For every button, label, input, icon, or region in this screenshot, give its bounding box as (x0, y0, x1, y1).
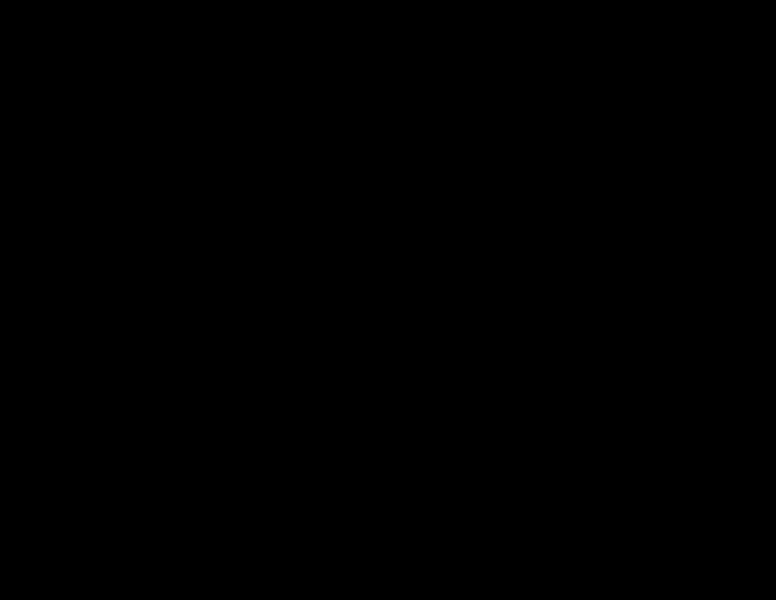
spectrogram-canvas (0, 0, 776, 600)
urap-wave-data-plot (0, 0, 776, 600)
